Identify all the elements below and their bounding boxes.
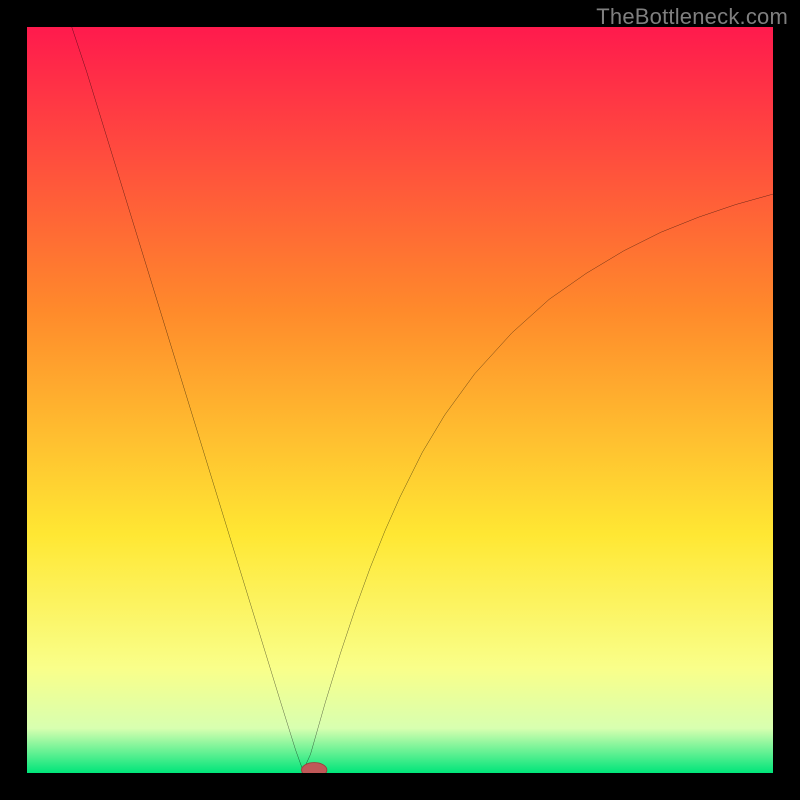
gradient-background xyxy=(27,27,773,773)
watermark-text: TheBottleneck.com xyxy=(596,4,788,30)
plot-area xyxy=(27,27,773,773)
chart-frame: TheBottleneck.com xyxy=(0,0,800,800)
bottleneck-chart xyxy=(27,27,773,773)
